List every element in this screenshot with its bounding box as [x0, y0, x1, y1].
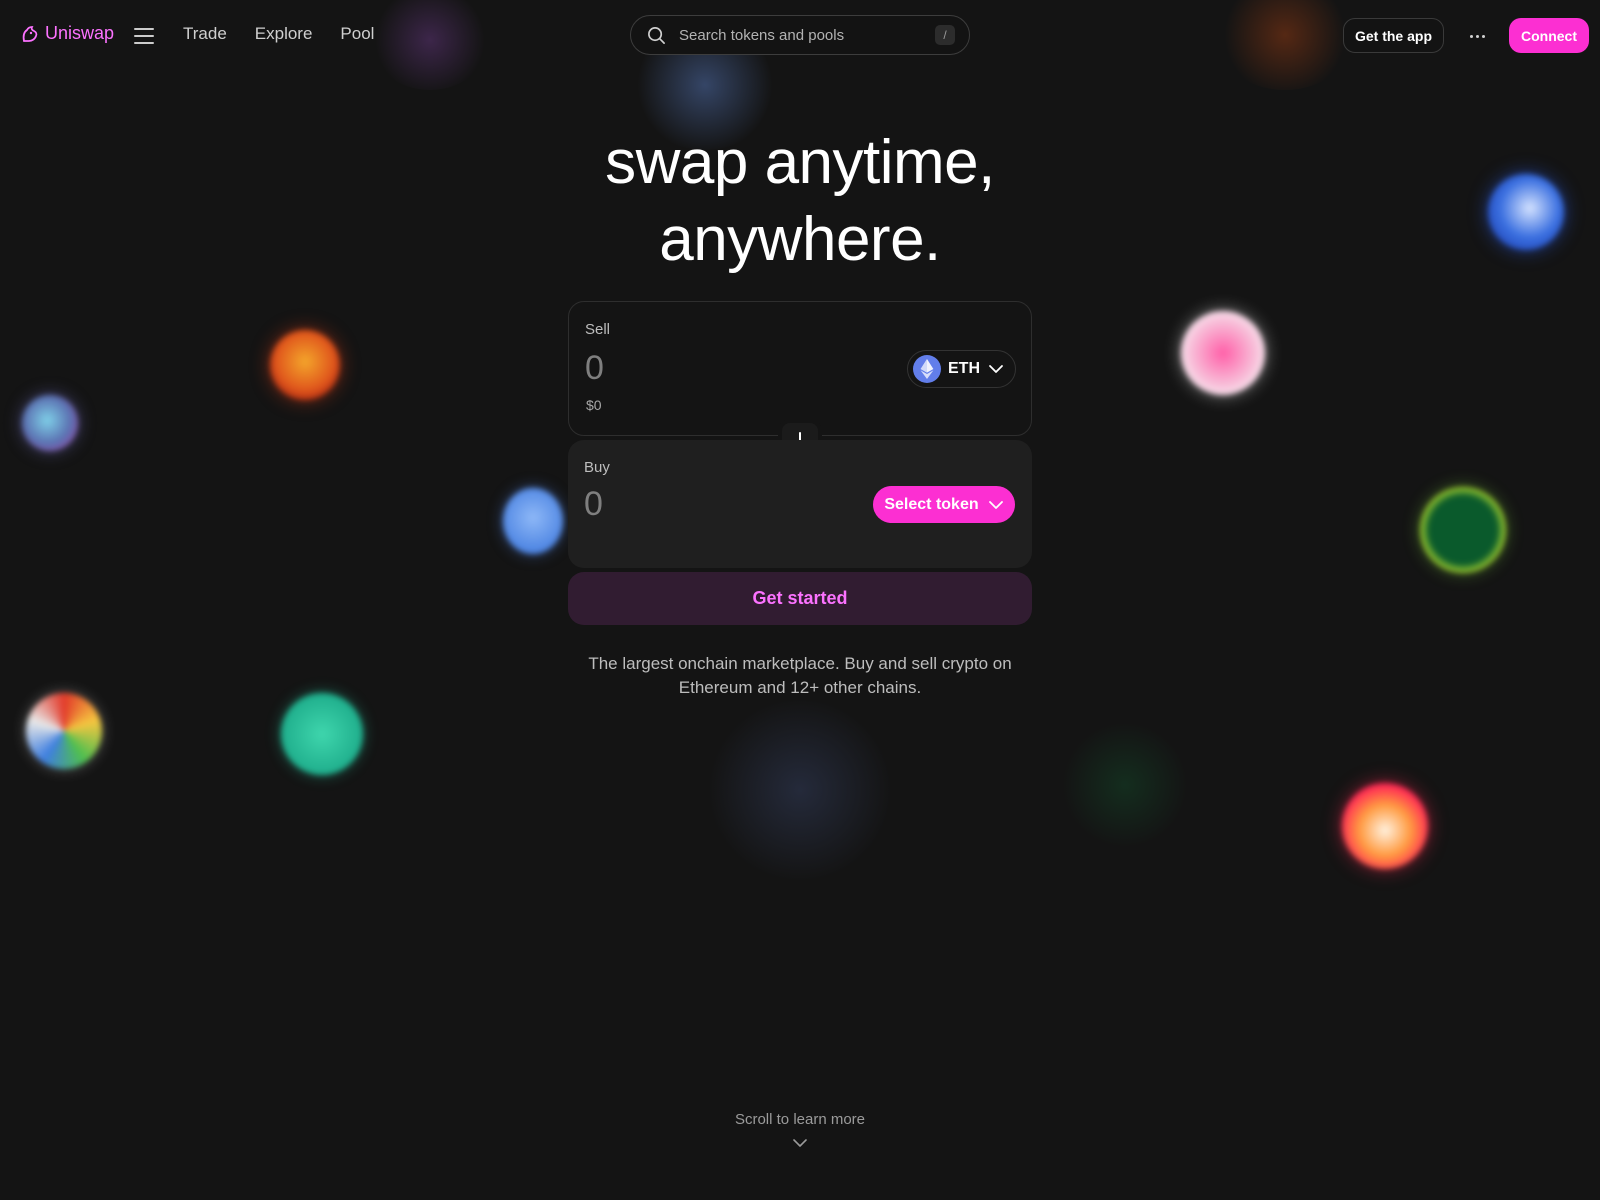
token-icon: [26, 693, 102, 769]
search-bar[interactable]: /: [630, 15, 970, 55]
sell-label: Sell: [585, 321, 611, 338]
select-token-label: Select token: [884, 495, 979, 513]
sell-usd-value: $0: [586, 397, 602, 413]
sell-token-selector[interactable]: ETH: [907, 350, 1016, 388]
main-nav: Trade Explore Pool: [183, 24, 374, 44]
token-icon: [281, 693, 363, 775]
chevron-down-icon: [989, 365, 1003, 373]
unicorn-icon: [22, 25, 38, 42]
token-icon: [503, 488, 563, 554]
token-icon: [1420, 487, 1506, 573]
chevron-down-icon[interactable]: [792, 1137, 808, 1149]
nav-pool[interactable]: Pool: [340, 24, 374, 44]
token-icon: [1181, 311, 1265, 395]
hero-title-line: anywhere.: [659, 205, 941, 274]
buy-panel: Buy Select token: [568, 440, 1032, 568]
hero-title: swap anytime, anywhere.: [500, 124, 1100, 278]
connect-button[interactable]: Connect: [1509, 18, 1589, 53]
token-icon: [22, 395, 78, 451]
select-token-button[interactable]: Select token: [873, 486, 1015, 523]
hero-title-line: swap anytime,: [605, 128, 995, 197]
sell-token-symbol: ETH: [948, 360, 980, 377]
search-input[interactable]: [677, 25, 935, 45]
eth-icon: [913, 355, 941, 383]
top-navbar: Uniswap Trade Explore Pool / Get the app…: [0, 0, 1600, 72]
buy-label: Buy: [584, 459, 610, 476]
brand-name: Uniswap: [45, 23, 115, 43]
scroll-hint[interactable]: Scroll to learn more: [650, 1111, 950, 1128]
tagline: The largest onchain marketplace. Buy and…: [588, 654, 1012, 697]
buy-amount-input[interactable]: [584, 484, 864, 524]
search-icon: [648, 26, 665, 44]
token-icon: [1488, 174, 1564, 250]
sell-amount-input[interactable]: [585, 348, 865, 388]
ambient-glow: [700, 700, 900, 880]
keyboard-shortcut-badge: /: [935, 25, 955, 45]
nav-trade[interactable]: Trade: [183, 24, 227, 44]
token-icon: [1342, 783, 1428, 869]
menu-icon[interactable]: [132, 25, 156, 47]
ambient-glow: [1060, 720, 1190, 850]
get-started-button[interactable]: Get started: [568, 572, 1032, 625]
shiba-token-icon: [270, 330, 340, 400]
sell-panel: Sell $0 ETH: [568, 301, 1032, 436]
get-app-button[interactable]: Get the app: [1343, 18, 1444, 53]
more-options-icon[interactable]: [1462, 22, 1492, 50]
nav-explore[interactable]: Explore: [255, 24, 313, 44]
uniswap-logo[interactable]: Uniswap: [20, 23, 114, 44]
chevron-down-icon: [988, 500, 1003, 509]
